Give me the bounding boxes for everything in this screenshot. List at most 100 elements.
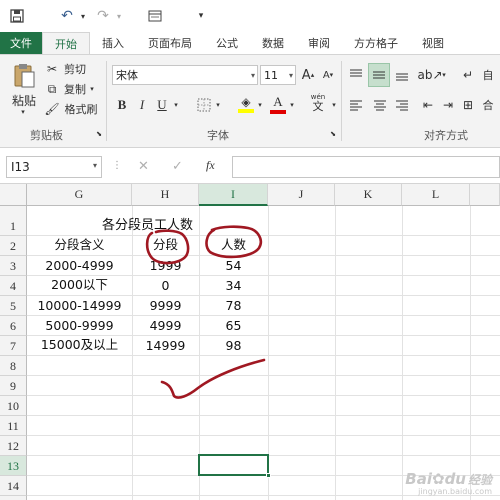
name-box[interactable]: I13 ▾ — [6, 156, 102, 178]
row-header-2[interactable]: 2 — [0, 236, 27, 256]
cut-button[interactable]: 剪切 — [62, 61, 88, 77]
row-header-9[interactable]: 9 — [0, 376, 27, 396]
table-cell: 15000及以上 — [40, 337, 119, 352]
row-header-1[interactable]: 1 — [0, 206, 27, 236]
table-cell: 65 — [225, 318, 242, 333]
paste-button[interactable]: 粘贴 — [8, 93, 40, 108]
underline-dropdown-icon[interactable]: ▾ — [172, 95, 180, 115]
copy-icon[interactable]: ⧉ — [44, 81, 60, 97]
format-painter-button[interactable]: 格式刷 — [62, 101, 100, 117]
watermark-brand: Bai — [405, 470, 432, 488]
orientation-icon[interactable]: ab↗ — [417, 65, 442, 85]
align-middle-icon[interactable] — [368, 63, 390, 87]
font-name-select[interactable]: 宋体 ▾ — [112, 65, 258, 85]
borders-dropdown-icon[interactable]: ▾ — [214, 95, 222, 115]
tab-formulas[interactable]: 公式 — [204, 32, 250, 54]
align-left-icon[interactable] — [346, 95, 366, 115]
form-icon[interactable] — [144, 5, 166, 27]
row-header-3[interactable]: 3 — [0, 256, 27, 276]
row-header-5[interactable]: 5 — [0, 296, 27, 316]
font-launcher-icon[interactable]: ⬊ — [328, 129, 338, 139]
font-color-dropdown-icon[interactable]: ▾ — [288, 95, 296, 115]
row-header-15[interactable]: 15 — [0, 496, 27, 500]
row-header-11[interactable]: 11 — [0, 416, 27, 436]
copy-dropdown-icon[interactable]: ▾ — [88, 81, 96, 97]
font-color-icon[interactable]: A — [268, 93, 288, 115]
copy-button[interactable]: 复制 — [62, 81, 88, 97]
chevron-down-icon[interactable]: ▾ — [251, 71, 255, 80]
column-header-k[interactable]: K — [335, 184, 402, 206]
merge-center-icon[interactable]: ⊞ — [460, 95, 476, 115]
select-all-corner[interactable] — [0, 184, 27, 206]
underline-button[interactable]: U — [154, 95, 170, 115]
paste-icon[interactable] — [10, 61, 38, 91]
row-header-8[interactable]: 8 — [0, 356, 27, 376]
phonetic-dropdown-icon[interactable]: ▾ — [330, 95, 338, 115]
table-cell: 78 — [225, 298, 242, 313]
wrap-text-label[interactable]: 自 — [478, 65, 498, 85]
tab-data[interactable]: 数据 — [250, 32, 296, 54]
tab-fangfang-gezi[interactable]: 方方格子 — [342, 32, 410, 54]
undo-dropdown-icon[interactable]: ▾ — [78, 5, 88, 27]
row-header-10[interactable]: 10 — [0, 396, 27, 416]
save-icon[interactable] — [6, 5, 28, 27]
column-header-g[interactable]: G — [27, 184, 132, 206]
fill-color-dropdown-icon[interactable]: ▾ — [256, 95, 264, 115]
active-cell-i13[interactable] — [198, 454, 271, 478]
column-header-i[interactable]: I — [199, 184, 268, 206]
column-header-h[interactable]: H — [132, 184, 199, 206]
row-header-6[interactable]: 6 — [0, 316, 27, 336]
chevron-down-icon[interactable]: ▾ — [93, 161, 97, 170]
row-header-4[interactable]: 4 — [0, 276, 27, 296]
gridline — [27, 435, 500, 436]
paste-dropdown-icon[interactable]: ▾ — [18, 107, 28, 117]
align-right-icon[interactable] — [392, 95, 412, 115]
decrease-indent-icon[interactable]: ⇤ — [418, 95, 438, 115]
confirm-button[interactable]: ✓ — [172, 159, 183, 174]
align-center-icon[interactable] — [370, 95, 390, 115]
redo-dropdown-icon[interactable]: ▾ — [114, 5, 124, 27]
bold-button[interactable]: B — [114, 95, 130, 115]
tab-file[interactable]: 文件 — [0, 32, 42, 54]
redo-icon[interactable]: ↷ — [92, 5, 114, 27]
merge-center-label[interactable]: 合 — [478, 95, 498, 115]
chevron-down-icon[interactable]: ▾ — [289, 71, 293, 80]
row-header-7[interactable]: 7 — [0, 336, 27, 356]
tab-page-layout[interactable]: 页面布局 — [136, 32, 204, 54]
orientation-dropdown-icon[interactable]: ▾ — [440, 65, 448, 85]
increase-font-size-button[interactable]: A ▴ — [300, 65, 316, 85]
fill-handle[interactable] — [266, 473, 271, 478]
row-header-12[interactable]: 12 — [0, 436, 27, 456]
column-header-overflow[interactable] — [470, 184, 500, 206]
column-header-j[interactable]: J — [268, 184, 335, 206]
clipboard-launcher-icon[interactable]: ⬊ — [94, 129, 104, 139]
cancel-button[interactable]: ✕ — [138, 159, 149, 174]
tab-insert[interactable]: 插入 — [90, 32, 136, 54]
table-cell: 0 — [161, 278, 170, 293]
phonetic-guide-icon[interactable]: wén 文 — [306, 91, 330, 115]
undo-icon[interactable]: ↶ — [56, 5, 78, 27]
fill-color-icon[interactable]: ◈ — [236, 93, 256, 115]
format-painter-icon[interactable]: 🖌 — [44, 101, 60, 117]
decrease-font-size-button[interactable]: A ▾ — [320, 65, 336, 85]
font-size-select[interactable]: 11 ▾ — [260, 65, 296, 85]
tab-view[interactable]: 视图 — [410, 32, 456, 54]
customize-qat-icon[interactable]: ▾ — [190, 5, 212, 27]
increase-indent-icon[interactable]: ⇥ — [438, 95, 458, 115]
fill-color-swatch — [238, 109, 254, 113]
row-header-13[interactable]: 13 — [0, 456, 27, 476]
tab-review[interactable]: 审阅 — [296, 32, 342, 54]
insert-function-button[interactable]: fx — [206, 158, 215, 173]
gridline — [27, 395, 500, 396]
formula-input[interactable] — [232, 156, 500, 178]
borders-icon[interactable] — [194, 95, 214, 115]
worksheet-grid[interactable]: G H I J K L 1 2 3 4 5 6 7 8 9 10 11 12 1… — [0, 184, 500, 500]
wrap-text-icon[interactable]: ↵ — [460, 65, 476, 85]
column-header-l[interactable]: L — [402, 184, 470, 206]
italic-button[interactable]: I — [134, 95, 150, 115]
align-top-icon[interactable] — [346, 65, 366, 85]
align-bottom-icon[interactable] — [392, 65, 412, 85]
tab-home[interactable]: 开始 — [42, 32, 90, 54]
row-header-14[interactable]: 14 — [0, 476, 27, 496]
cut-icon[interactable]: ✂ — [44, 61, 60, 77]
